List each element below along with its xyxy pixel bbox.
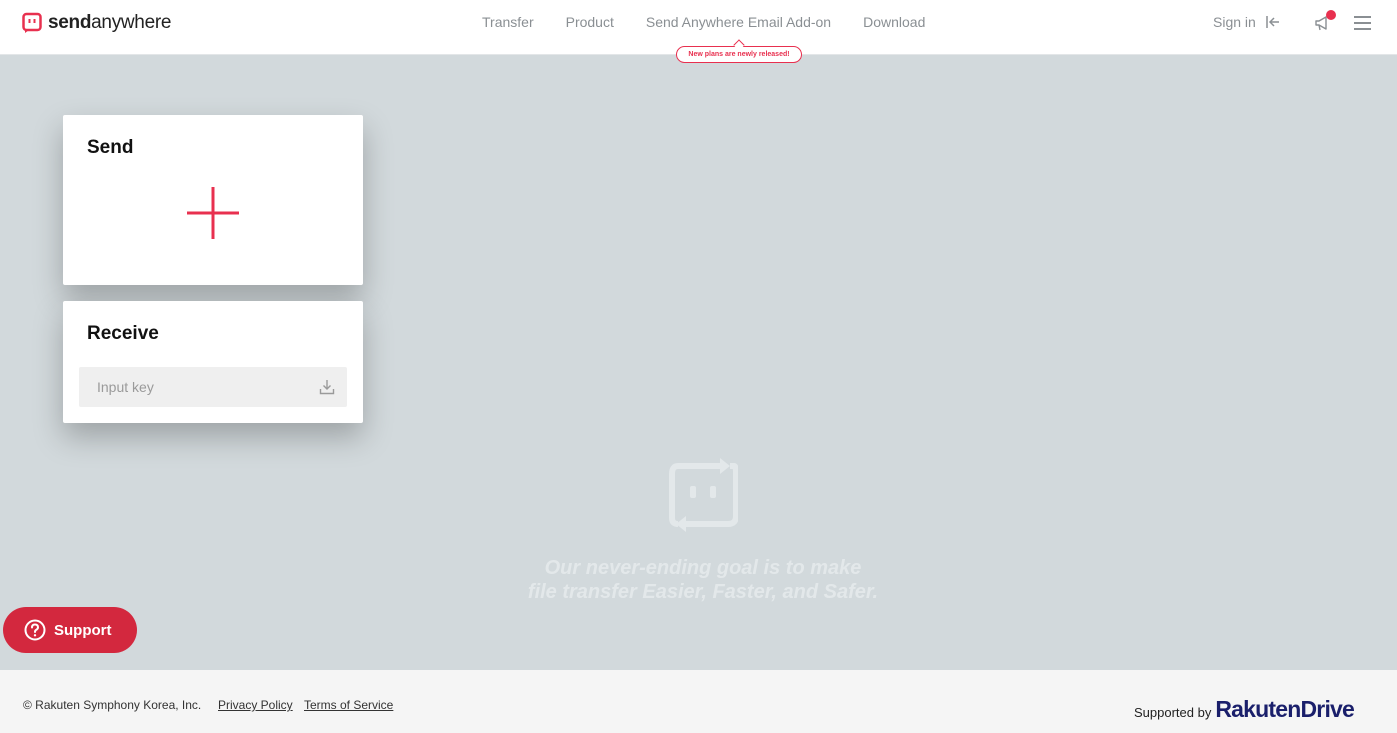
nav-product[interactable]: Product bbox=[550, 14, 630, 30]
main-nav: Transfer Product Send Anywhere Email Add… bbox=[466, 0, 941, 44]
terms-of-service-link[interactable]: Terms of Service bbox=[304, 698, 393, 712]
slogan-line-2: file transfer Easier, Faster, and Safer. bbox=[527, 581, 879, 603]
logo-text: sendanywhere bbox=[48, 12, 172, 33]
slogan-line-1: Our never-ending goal is to make bbox=[544, 557, 862, 579]
nav-download[interactable]: Download bbox=[847, 14, 941, 30]
receive-card: Receive bbox=[63, 301, 363, 423]
notice-button[interactable] bbox=[1314, 10, 1336, 32]
notification-dot bbox=[1326, 10, 1336, 20]
footer: © Rakuten Symphony Korea, Inc. Privacy P… bbox=[0, 670, 1397, 733]
privacy-policy-link[interactable]: Privacy Policy bbox=[218, 698, 293, 712]
supported-by-label: Supported by bbox=[1134, 705, 1212, 720]
send-title: Send bbox=[87, 137, 134, 158]
add-file-plus-icon[interactable] bbox=[182, 182, 244, 244]
key-input-box bbox=[79, 367, 347, 407]
support-button[interactable]: Support bbox=[3, 607, 137, 653]
watermark-logo-icon bbox=[669, 458, 738, 532]
help-icon bbox=[24, 619, 46, 641]
key-input[interactable] bbox=[79, 367, 309, 407]
sign-in-icon bbox=[1266, 16, 1279, 28]
sendanywhere-logo[interactable]: sendanywhere bbox=[22, 11, 171, 35]
nav-email-addon[interactable]: Send Anywhere Email Add-on bbox=[630, 14, 847, 30]
receive-title: Receive bbox=[87, 323, 159, 344]
hamburger-menu-icon[interactable] bbox=[1354, 16, 1371, 30]
support-label: Support bbox=[54, 621, 112, 639]
download-icon[interactable] bbox=[319, 379, 335, 395]
slogan-text: Our never-ending goal is to make file tr… bbox=[403, 556, 1003, 604]
logo-icon bbox=[22, 12, 42, 33]
supported-by: Supported by RakutenDrive bbox=[1134, 696, 1355, 723]
nav-transfer[interactable]: Transfer bbox=[466, 14, 550, 30]
sign-in-button[interactable]: Sign in bbox=[1213, 14, 1280, 30]
new-plans-badge[interactable]: New plans are newly released! bbox=[676, 46, 802, 63]
sign-in-label: Sign in bbox=[1213, 14, 1256, 30]
send-card: Send bbox=[63, 115, 363, 285]
copyright-text: © Rakuten Symphony Korea, Inc. bbox=[23, 698, 202, 712]
rakuten-drive-logo[interactable]: RakutenDrive bbox=[1215, 696, 1354, 723]
